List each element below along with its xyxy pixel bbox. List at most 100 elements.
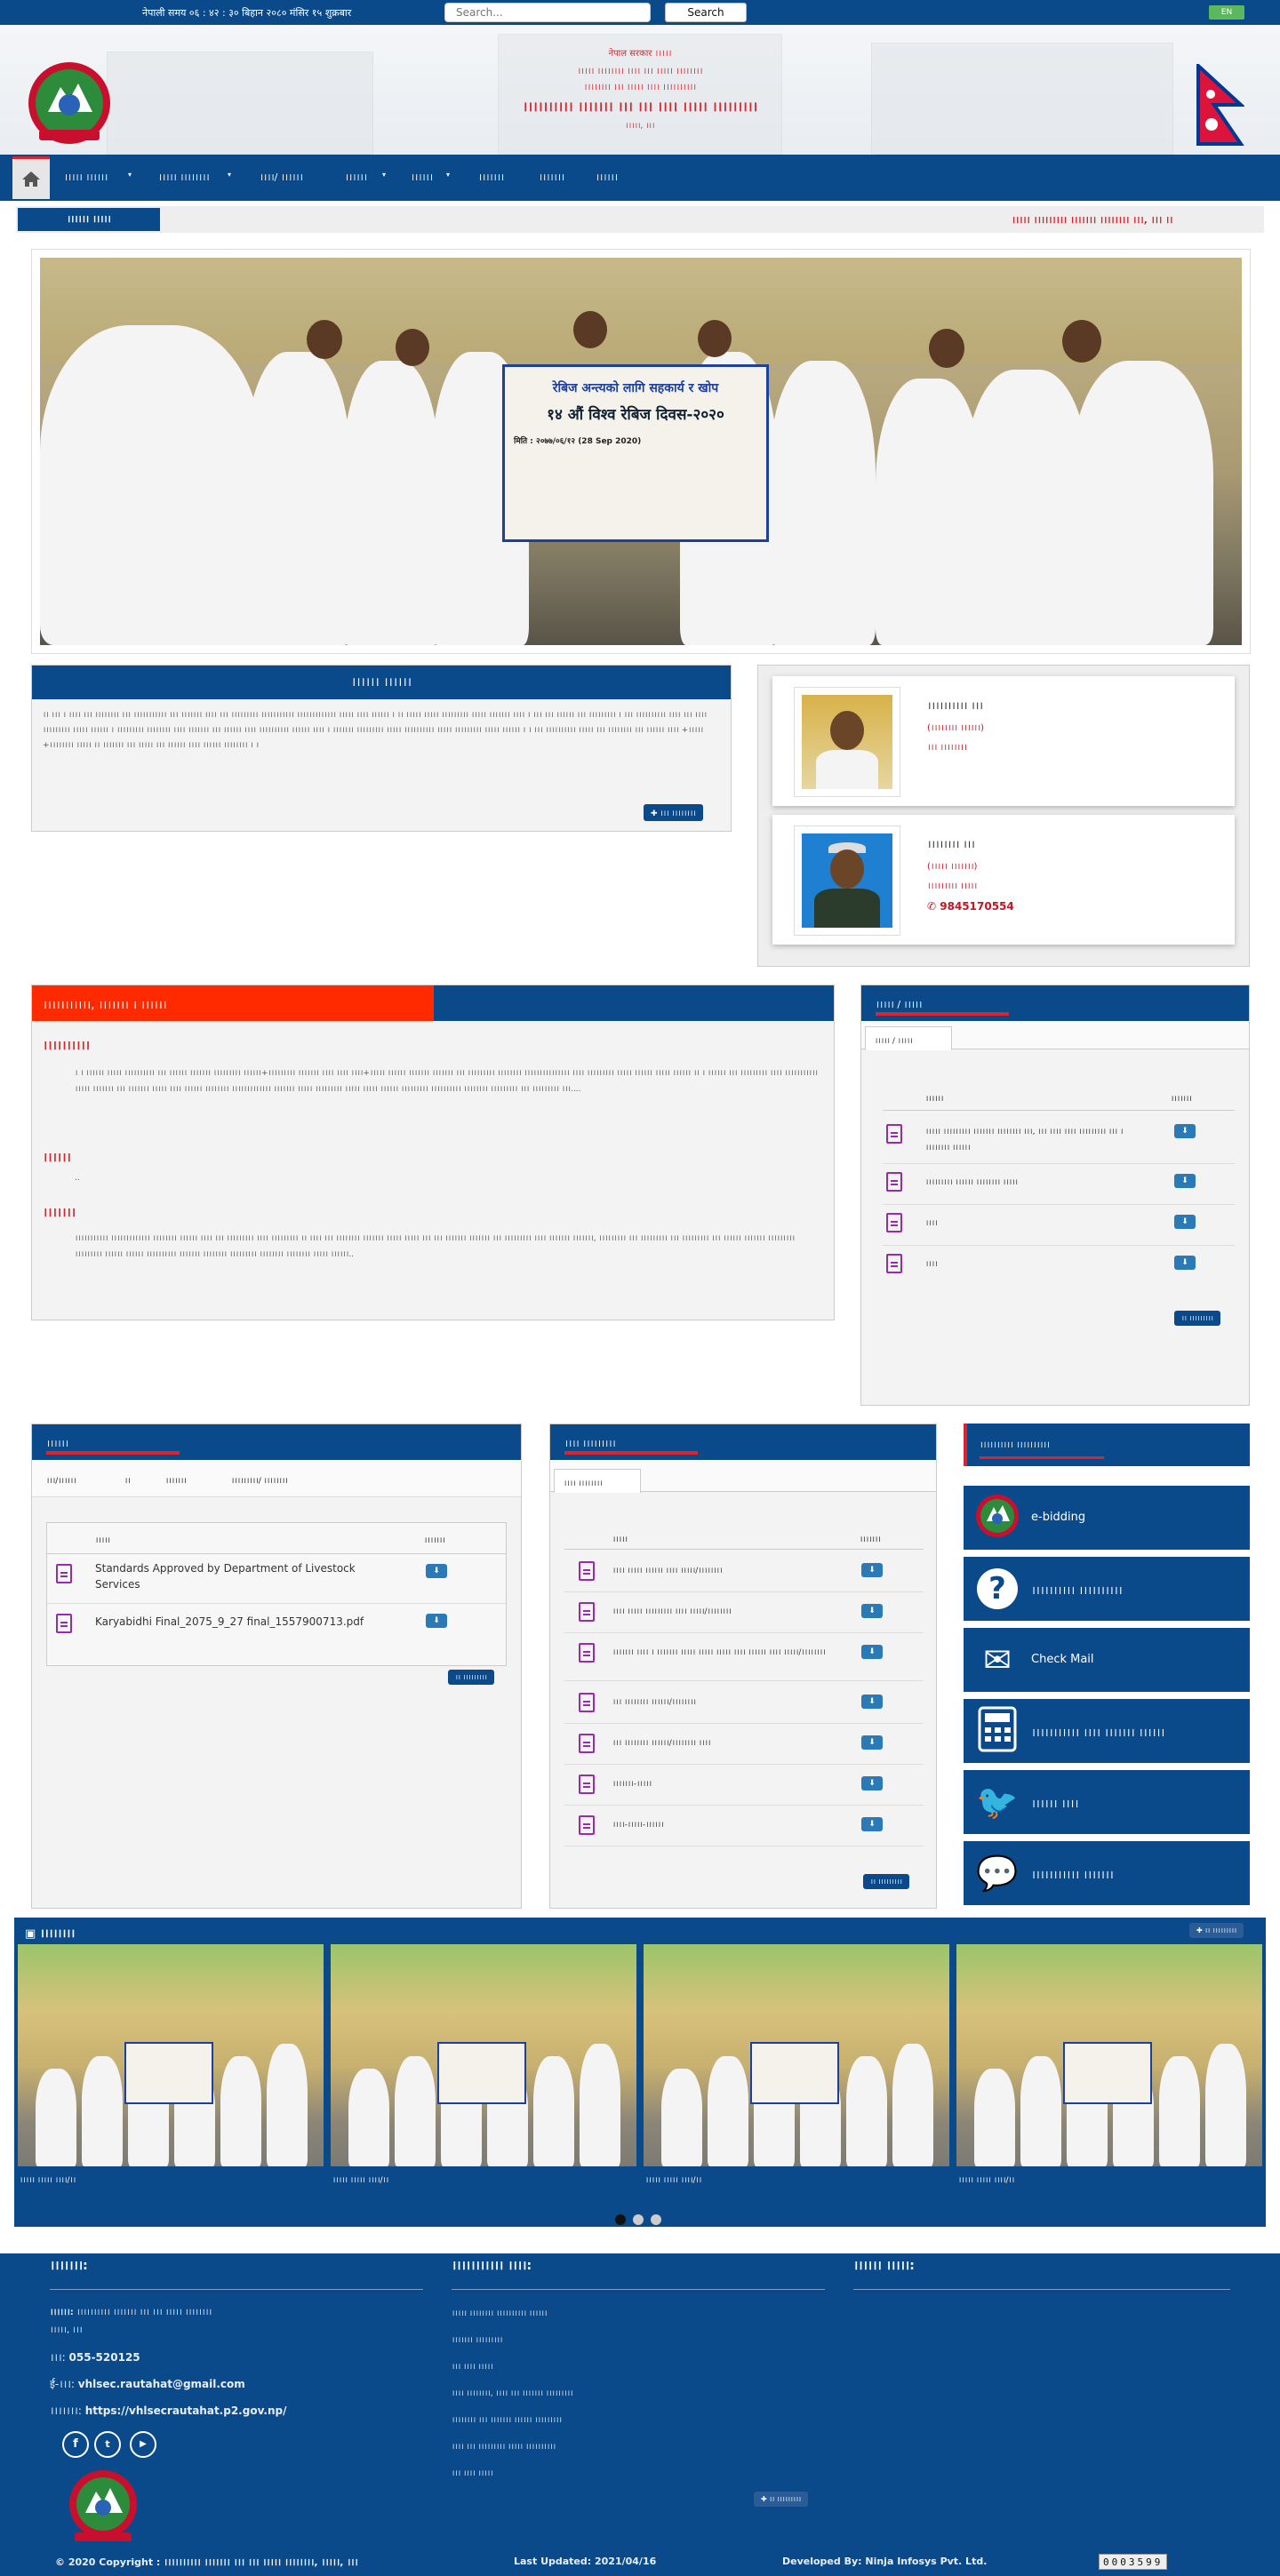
nav-item[interactable]: ।।।।।।। bbox=[539, 171, 564, 184]
view-all-button[interactable]: ✚ ।। ।।।।।।।।। bbox=[1189, 1923, 1244, 1938]
gallery-title: ▣ ।।।।।।।। bbox=[25, 1927, 76, 1941]
gallery-caption[interactable]: ।।।।। ।।।।। ।।।।/।। bbox=[958, 2173, 1014, 2185]
footer-link[interactable]: ।।।।।।।। ।।। ।।।।।।। ।।।।।। ।।।।।।।।। bbox=[452, 2413, 562, 2425]
tab-publications[interactable]: ।।।। ।।।।।।।। bbox=[554, 1469, 641, 1493]
footer-link[interactable]: ।।।।।।। ।।।।।।।।। bbox=[452, 2333, 502, 2345]
banner-line-2: १४ औं विश्व रेबिज दिवस-२०२० bbox=[547, 406, 724, 424]
download-icon[interactable]: ⬇ bbox=[861, 1563, 883, 1577]
law-item[interactable]: Karyabidhi Final_2075_9_27 final_1557900… bbox=[95, 1615, 364, 1628]
tab-circular[interactable]: ।।।।। / ।।।।। bbox=[865, 1026, 952, 1050]
tab-laws[interactable]: ।।।।।।। bbox=[165, 1474, 187, 1486]
gallery-banner bbox=[124, 2042, 213, 2104]
download-icon[interactable]: ⬇ bbox=[861, 1695, 883, 1709]
gallery-caption[interactable]: ।।।।। ।।।।। ।।।।/।। bbox=[20, 2173, 76, 2185]
quick-link-tile[interactable]: 💬 ।।।।।।।।।।। ।।।।।।। bbox=[964, 1841, 1250, 1905]
view-all-button[interactable]: ।। ।।।।।।।।। bbox=[448, 1670, 494, 1685]
pdf-icon bbox=[579, 1561, 595, 1581]
publication-item[interactable]: ।।।। ।।।।। ।।।।।। ।।।। ।।।।।/।।।।।।।। bbox=[612, 1563, 844, 1579]
copyright: © 2020 Copyright : ।।।।।।।।।। ।।।।।।। ।।… bbox=[55, 2556, 358, 2568]
official-name: ।।।।।।।।।। ।।। bbox=[927, 699, 983, 712]
nav-item[interactable]: ।।।।। ।।।।।। bbox=[64, 171, 108, 184]
home-icon[interactable] bbox=[12, 156, 50, 199]
nav-item[interactable]: ।।।।।।। bbox=[478, 171, 504, 184]
gallery-caption[interactable]: ।।।।। ।।।।। ।।।।/।। bbox=[332, 2173, 388, 2185]
circular-item[interactable]: ।।।। bbox=[925, 1257, 938, 1269]
footer-link[interactable]: ।।।। ।।।।।।।।, ।।।। ।।। ।।।।।।। ।।।।।।।।… bbox=[452, 2387, 573, 2398]
footer-website[interactable]: ।।।।।।।: https://vhlsecrautahat.p2.gov.n… bbox=[50, 2403, 286, 2418]
row-divider bbox=[564, 1805, 924, 1806]
footer-link[interactable]: ।।।। ।।। ।।।।।।।।। ।।।।। ।।।।।।।।।। bbox=[452, 2440, 556, 2452]
download-icon[interactable]: ⬇ bbox=[426, 1564, 447, 1578]
download-icon[interactable]: ⬇ bbox=[1174, 1174, 1196, 1188]
gallery-caption[interactable]: ।।।।। ।।।।। ।।।।/।। bbox=[645, 2173, 701, 2185]
publication-item[interactable]: ।।।। ।।।।। ।।।।।।।।। ।।।। ।।।।।/।।।।।।।। bbox=[612, 1604, 844, 1620]
about-panel: ।।।।।। ।।।।।। ।। ।।। । ।।।। ।।। ।।।।।।।।… bbox=[31, 665, 732, 832]
publication-item[interactable]: ।।।।।।। ।।।। । ।।।।।।। ।।।।। ।।।।। ।।।।।… bbox=[612, 1645, 844, 1661]
download-icon[interactable]: ⬇ bbox=[861, 1645, 883, 1659]
person-figure bbox=[267, 2044, 308, 2166]
download-icon[interactable]: ⬇ bbox=[1174, 1215, 1196, 1229]
publication-item[interactable]: ।।।।।।।-।।।।। bbox=[612, 1776, 844, 1792]
nav-item[interactable]: ।।।।।। bbox=[345, 171, 367, 184]
official-dept: ।।। ।।।।।।।। bbox=[927, 743, 967, 753]
carousel-dot[interactable] bbox=[615, 2214, 626, 2225]
download-icon[interactable]: ⬇ bbox=[1174, 1256, 1196, 1270]
view-all-button[interactable]: ।। ।।।।।।।।। bbox=[1174, 1311, 1220, 1326]
download-icon[interactable]: ⬇ bbox=[426, 1614, 447, 1628]
view-all-button[interactable]: ✚ ।। ।।।।।।।।। bbox=[754, 2492, 809, 2507]
publication-item[interactable]: ।।।।-।।।।।-।।।।।। bbox=[612, 1817, 844, 1833]
circular-item[interactable]: ।।।। bbox=[925, 1216, 938, 1228]
search-input[interactable] bbox=[444, 3, 651, 22]
download-icon[interactable]: ⬇ bbox=[861, 1604, 883, 1618]
carousel-dot[interactable] bbox=[651, 2214, 661, 2225]
publication-item[interactable]: ।।। ।।।।।।।। ।।।।।।/।।।।।।।। bbox=[612, 1695, 844, 1711]
circular-item[interactable]: ।।।।।।।।। ।।।।।। ।।।।।।।। ।।।।। bbox=[925, 1176, 1018, 1187]
publication-item[interactable]: ।।। ।।।।।।।। ।।।।।।/।।।।।।।। ।।।। bbox=[612, 1735, 844, 1751]
nav-item[interactable]: ।।।।। ।।।।।।।। bbox=[158, 171, 210, 184]
footer-link[interactable]: ।।। ।।।। ।।।।। bbox=[452, 2467, 493, 2478]
read-more-button[interactable]: ✚ ।।। ।।।।।।।। bbox=[644, 804, 703, 821]
quick-link-tile[interactable]: e-bidding bbox=[964, 1486, 1250, 1550]
search-button[interactable]: Search bbox=[665, 3, 747, 22]
tab-mission-alt[interactable] bbox=[434, 985, 834, 1021]
nav-item[interactable]: ।।।।।। bbox=[411, 171, 433, 184]
footer-link[interactable]: ।।।।। ।।।।।।।। ।।।।।।।।।। ।।।।।। bbox=[452, 2307, 548, 2318]
tab-laws[interactable]: ।। bbox=[124, 1474, 131, 1486]
facebook-icon[interactable]: f bbox=[62, 2431, 89, 2458]
download-icon[interactable]: ⬇ bbox=[1174, 1124, 1196, 1138]
carousel-dot[interactable] bbox=[633, 2214, 644, 2225]
gallery-photo[interactable] bbox=[644, 1944, 949, 2166]
quick-link-tile[interactable]: ? ।।।।।।।।।। ।।।।।।।।।। bbox=[964, 1557, 1250, 1621]
twitter-icon[interactable]: t bbox=[94, 2431, 121, 2458]
mission-text-3: ।।।।।।।।।।। ।।।।।।।।।।।।। ।।।।।।।। ।।।।।… bbox=[75, 1234, 796, 1259]
nav-item[interactable]: ।।।।/ ।।।।।। bbox=[260, 171, 303, 184]
download-icon[interactable]: ⬇ bbox=[861, 1735, 883, 1750]
ticker-text[interactable]: ।।।।। ।।।।।।।।। ।।।।।।। ।।।।।।।। ।।।, ।।… bbox=[1012, 213, 1172, 227]
circular-item[interactable]: ।।।।। ।।।।।।।।। ।।।।।।। ।।।।।।।। ।।।, ।।… bbox=[925, 1124, 1148, 1156]
quick-link-tile[interactable]: 🐦 ।।।।।। ।।।। bbox=[964, 1770, 1250, 1834]
quick-link-tile[interactable]: ✉ Check Mail bbox=[964, 1628, 1250, 1692]
language-toggle[interactable]: EN bbox=[1209, 5, 1244, 20]
footer-phone: ।।।: 055-520125 bbox=[50, 2351, 140, 2364]
pdf-icon bbox=[579, 1774, 595, 1794]
slide-photo[interactable]: रेबिज अन्त्यको लागि सहकार्य र खोप १४ औं … bbox=[40, 258, 1242, 645]
person-figure bbox=[82, 2056, 123, 2166]
tab-laws[interactable]: ।।।/।।।।।। bbox=[46, 1474, 76, 1486]
developer-credit[interactable]: Developed By: Ninja Infosys Pvt. Ltd. bbox=[782, 2556, 987, 2567]
footer-link[interactable]: ।।। ।।।। ।।।।। bbox=[452, 2360, 493, 2372]
gallery-photo[interactable] bbox=[956, 1944, 1262, 2166]
tab-laws[interactable]: ।।।।।।।।।/ ।।।।।।।। bbox=[231, 1474, 288, 1486]
footer-email[interactable]: ई-।।।: vhlsec.rautahat@gmail.com bbox=[50, 2376, 245, 2391]
laws-header: ।।।।।। bbox=[32, 1424, 521, 1460]
view-all-button[interactable]: ।। ।।।।।।।।। bbox=[863, 1874, 909, 1889]
image-slider: रेबिज अन्त्यको लागि सहकार्य र खोप १४ औं … bbox=[31, 249, 1251, 654]
download-icon[interactable]: ⬇ bbox=[861, 1817, 883, 1831]
youtube-icon[interactable]: ▶ bbox=[130, 2431, 156, 2458]
download-icon[interactable]: ⬇ bbox=[861, 1776, 883, 1790]
law-item[interactable]: Standards Approved by Department of Live… bbox=[95, 1560, 380, 1592]
nav-item[interactable]: ।।।।।। bbox=[596, 171, 618, 184]
tab-mission[interactable]: ।।।।।।।।।।।, ।।।।।।। । ।।।।।। bbox=[32, 985, 434, 1021]
quick-link-tile[interactable]: ।।।।।।।।।।। ।।।। ।।।।।।। ।।।।।। bbox=[964, 1699, 1250, 1763]
gallery-photo[interactable] bbox=[18, 1944, 324, 2166]
gallery-photo[interactable] bbox=[331, 1944, 636, 2166]
